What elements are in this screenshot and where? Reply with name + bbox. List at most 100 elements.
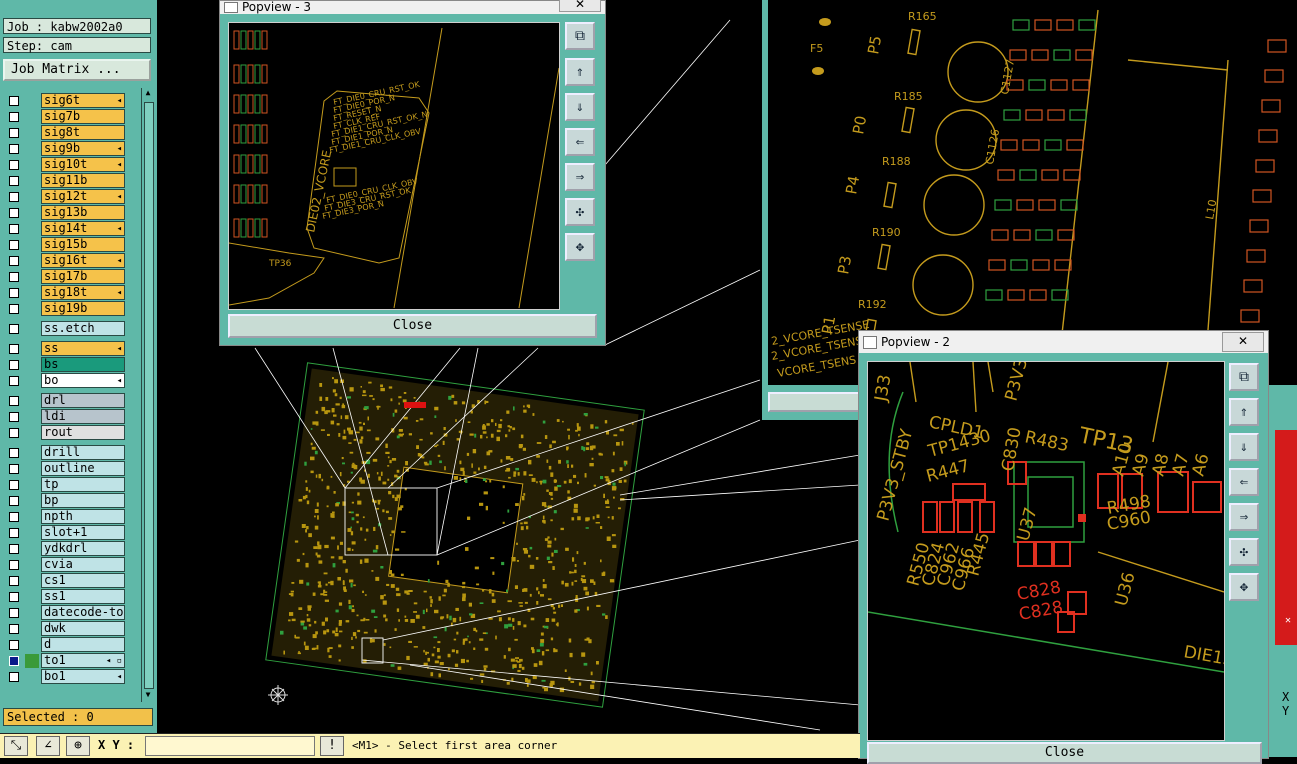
layer-checkbox[interactable] — [9, 176, 19, 186]
layer-name[interactable]: sig17b — [41, 269, 125, 284]
layer-row[interactable]: ydkdrl — [3, 541, 139, 557]
pan-down-icon[interactable]: ⇓ — [565, 93, 595, 121]
layer-row[interactable]: cvia — [3, 557, 139, 573]
layer-row[interactable]: sig16t ◂ — [3, 253, 139, 269]
layer-name[interactable]: ydkdrl — [41, 541, 125, 556]
job-matrix-button[interactable]: Job Matrix ... — [3, 59, 151, 81]
layer-checkbox[interactable] — [9, 96, 19, 106]
zoom-fit-icon[interactable]: ⧉ — [565, 22, 595, 50]
layer-name[interactable]: dwk — [41, 621, 125, 636]
layer-checkbox[interactable] — [9, 480, 19, 490]
layer-row[interactable]: ss.etch — [3, 321, 139, 337]
layer-row[interactable]: sig12t ◂ — [3, 189, 139, 205]
snap-grid-icon[interactable]: ⊕ — [66, 736, 90, 756]
layer-row[interactable]: sig18t ◂ — [3, 285, 139, 301]
layer-checkbox[interactable] — [9, 576, 19, 586]
pan-left-icon[interactable]: ⇐ — [1229, 468, 1259, 496]
layer-name[interactable]: npth — [41, 509, 125, 524]
layer-name[interactable]: bp — [41, 493, 125, 508]
layer-checkbox[interactable] — [9, 112, 19, 122]
layer-row[interactable]: sig7b — [3, 109, 139, 125]
measure-tool-icon[interactable]: ∠ — [36, 736, 60, 756]
layer-row[interactable]: sig14t ◂ — [3, 221, 139, 237]
layer-checkbox[interactable] — [9, 656, 19, 666]
layer-checkbox[interactable] — [9, 412, 19, 422]
layer-name[interactable]: sig15b — [41, 237, 125, 252]
layer-row[interactable]: sig11b — [3, 173, 139, 189]
layer-name[interactable]: drill — [41, 445, 125, 460]
layer-checkbox[interactable] — [9, 304, 19, 314]
layer-row[interactable]: tp — [3, 477, 139, 493]
layer-name[interactable]: sig6t ◂ — [41, 93, 125, 108]
layer-checkbox[interactable] — [9, 128, 19, 138]
layer-row[interactable]: sig13b — [3, 205, 139, 221]
layer-name[interactable]: d — [41, 637, 125, 652]
layer-row[interactable]: outline — [3, 461, 139, 477]
layer-checkbox[interactable] — [9, 512, 19, 522]
layer-row[interactable]: rout — [3, 425, 139, 441]
layer-name[interactable]: ss.etch — [41, 321, 125, 336]
layer-row[interactable]: sig9b ◂ — [3, 141, 139, 157]
layer-name[interactable]: sig19b — [41, 301, 125, 316]
layer-checkbox[interactable] — [9, 640, 19, 650]
pan-down-icon[interactable]: ⇓ — [1229, 433, 1259, 461]
layer-checkbox[interactable] — [9, 344, 19, 354]
popview-2-titlebar[interactable]: Popview - 2 — [859, 331, 1268, 353]
layer-name[interactable]: cs1 — [41, 573, 125, 588]
scroll-up-icon[interactable]: ▲ — [143, 88, 153, 98]
layer-checkbox[interactable] — [9, 396, 19, 406]
zoom-out-icon[interactable]: ✥ — [1229, 573, 1259, 601]
zoom-in-icon[interactable]: ✣ — [1229, 538, 1259, 566]
pan-right-icon[interactable]: ⇒ — [1229, 503, 1259, 531]
pan-left-icon[interactable]: ⇐ — [565, 128, 595, 156]
layer-row[interactable]: npth — [3, 509, 139, 525]
layer-name[interactable]: ss ◂ — [41, 341, 125, 356]
layer-row[interactable]: sig17b — [3, 269, 139, 285]
layer-row[interactable]: slot+1 — [3, 525, 139, 541]
scroll-thumb[interactable] — [144, 102, 154, 689]
layer-row[interactable]: to1 ◂ ▫ — [3, 653, 139, 669]
layer-checkbox[interactable] — [9, 464, 19, 474]
layer-name[interactable]: rout — [41, 425, 125, 440]
layer-checkbox[interactable] — [9, 256, 19, 266]
layer-name[interactable]: tp — [41, 477, 125, 492]
layer-name[interactable]: sig7b — [41, 109, 125, 124]
popview-2-close-button[interactable]: Close — [867, 742, 1262, 764]
layer-row[interactable]: bp — [3, 493, 139, 509]
popview-3-view[interactable]: FT_DIE0_CRU_RST_OK FT_DIE0_POR_N FT_RESET_… — [228, 22, 560, 310]
layer-checkbox[interactable] — [9, 192, 19, 202]
layer-row[interactable]: sig19b — [3, 301, 139, 317]
layer-checkbox[interactable] — [9, 224, 19, 234]
layer-name[interactable]: bo1 ◂ — [41, 669, 125, 684]
layer-row[interactable]: sig10t ◂ — [3, 157, 139, 173]
layer-row[interactable]: datecode-to — [3, 605, 139, 621]
layer-row[interactable]: cs1 — [3, 573, 139, 589]
zoom-fit-icon[interactable]: ⧉ — [1229, 363, 1259, 391]
layer-checkbox[interactable] — [9, 544, 19, 554]
right-pcb-view[interactable]: R165F5 P5R185P0R188P4R190P3R192P1C1127C11… — [768, 0, 1297, 385]
close-icon[interactable]: ✕ — [1222, 332, 1264, 352]
layer-checkbox[interactable] — [9, 288, 19, 298]
layer-list[interactable]: sig6t ◂ sig7b sig8t sig9b ◂ sig10t ◂ sig11b sig12… — [3, 88, 139, 688]
alert-icon[interactable]: ! — [320, 736, 344, 756]
pan-right-icon[interactable]: ⇒ — [565, 163, 595, 191]
layer-checkbox[interactable] — [9, 360, 19, 370]
layer-checkbox[interactable] — [9, 624, 19, 634]
select-tool-icon[interactable]: ⤡ — [4, 736, 28, 756]
layer-name[interactable]: bo ◂ — [41, 373, 125, 388]
xy-input[interactable] — [145, 736, 315, 756]
layer-name[interactable]: ldi — [41, 409, 125, 424]
zoom-out-icon[interactable]: ✥ — [565, 233, 595, 261]
layer-name[interactable]: slot+1 — [41, 525, 125, 540]
layer-row[interactable]: ss ◂ — [3, 341, 139, 357]
layer-name[interactable]: sig9b ◂ — [41, 141, 125, 156]
layer-checkbox[interactable] — [9, 496, 19, 506]
layer-name[interactable]: sig12t ◂ — [41, 189, 125, 204]
layer-name[interactable]: outline — [41, 461, 125, 476]
layer-row[interactable]: bo ◂ — [3, 373, 139, 389]
right-view-close-stub[interactable] — [768, 392, 863, 412]
layer-name[interactable]: sig18t ◂ — [41, 285, 125, 300]
layer-checkbox[interactable] — [9, 144, 19, 154]
layer-checkbox[interactable] — [9, 560, 19, 570]
popview-3-close-button[interactable]: Close — [228, 314, 597, 338]
